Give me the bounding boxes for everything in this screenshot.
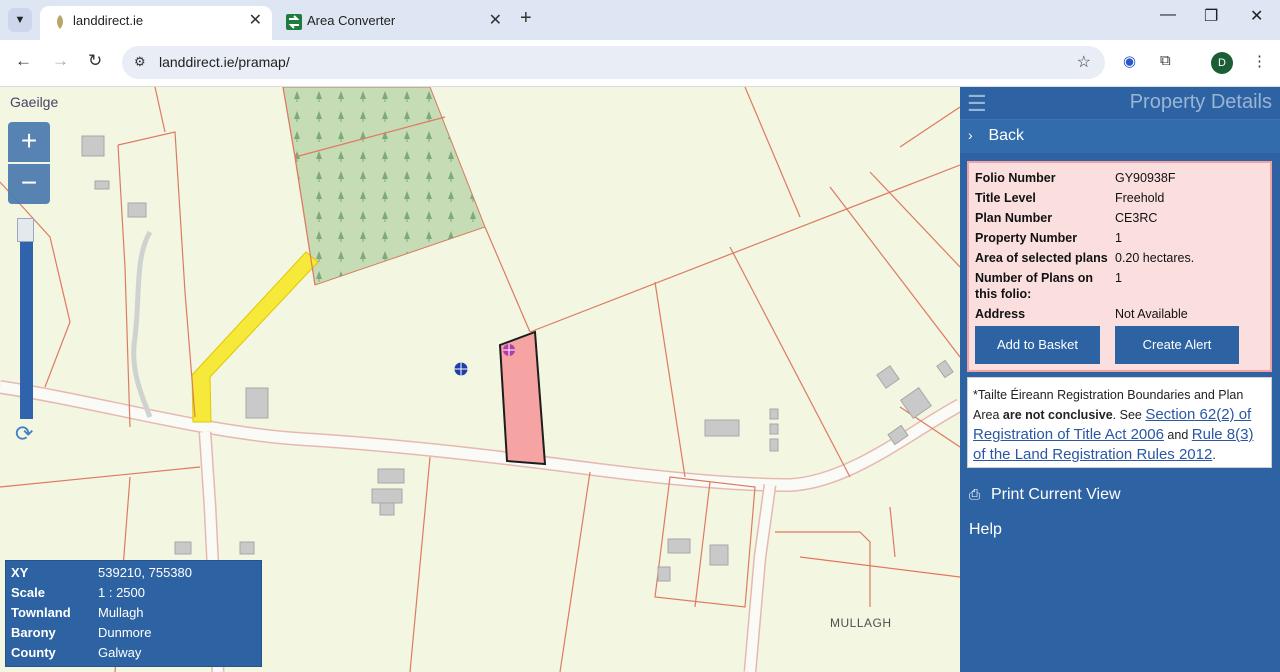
detail-label: Folio Number (975, 171, 1056, 185)
info-label: County (11, 645, 56, 660)
detail-value: GY90938F (1115, 171, 1176, 185)
property-details-panel: ☰ Property Details › Back Folio Number G… (960, 87, 1280, 672)
back-label: Back (988, 127, 1025, 144)
detail-label: Number of Plans on this folio: (975, 271, 1094, 301)
zoom-in-button[interactable]: + (8, 122, 50, 162)
location-marker-icon[interactable] (454, 362, 468, 376)
reload-icon[interactable]: ↻ (88, 51, 102, 71)
detail-label: Plan Number (975, 211, 1053, 225)
print-label: Print Current View (991, 486, 1121, 503)
panel-title: Property Details (1129, 91, 1272, 113)
info-label: Townland (11, 605, 71, 620)
add-to-basket-button[interactable]: Add to Basket (975, 326, 1100, 364)
forward-arrow-icon[interactable]: → (52, 51, 69, 71)
tab-landdirect[interactable]: landdirect.ie ✕ (40, 6, 272, 40)
townland-map-label: MULLAGH (830, 616, 892, 630)
area-converter-favicon-icon (286, 14, 302, 30)
info-label: XY (11, 565, 29, 580)
refresh-icon[interactable]: ⟳ (15, 421, 33, 447)
tab-strip: ▼ landdirect.ie ✕ Area Converter ✕ + — ❐… (0, 0, 1280, 40)
disclaimer-bold: are not conclusive (1002, 408, 1113, 422)
detail-label: Title Level (975, 191, 1036, 205)
detail-value: 1 (1115, 271, 1122, 285)
extension-vpn-icon[interactable]: ◉ (1123, 52, 1136, 70)
browser-menu-icon[interactable]: ⋮ (1252, 52, 1267, 70)
disclaimer-see: . See (1112, 408, 1146, 422)
address-bar[interactable]: ⚙ landdirect.ie/pramap/ ☆ (122, 46, 1105, 79)
folio-details: Folio Number GY90938F Title Level Freeho… (967, 161, 1272, 372)
language-link[interactable]: Gaeilge (10, 94, 58, 110)
back-arrow-icon[interactable]: ← (15, 51, 32, 71)
panel-header: ☰ Property Details (960, 87, 1280, 119)
tab-search-button[interactable]: ▼ (8, 8, 32, 32)
zoom-slider[interactable] (20, 222, 33, 419)
detail-label: Address (975, 307, 1026, 321)
back-button[interactable]: › Back (960, 119, 1280, 153)
printer-icon: ⎙ (969, 486, 981, 502)
detail-value: CE3RC (1115, 211, 1158, 225)
disclaimer-end: . (1212, 448, 1216, 462)
detail-label: Property Number (975, 231, 1078, 245)
info-value: Dunmore (98, 625, 152, 640)
disclaimer-and: and (1163, 428, 1192, 442)
zoom-slider-thumb[interactable] (17, 218, 34, 242)
detail-label: Area of selected plans (975, 251, 1108, 265)
detail-value: 1 (1115, 231, 1122, 245)
tab-area-converter[interactable]: Area Converter ✕ (274, 6, 512, 40)
info-label: Barony (11, 625, 56, 640)
info-label: Scale (11, 585, 45, 600)
info-row-xy: XY 539210, 755380 (11, 565, 256, 585)
tab-title: landdirect.ie (73, 13, 144, 28)
tab-close-icon[interactable]: ✕ (489, 6, 502, 36)
chevron-right-icon: › (968, 127, 973, 143)
zoom-out-button[interactable]: − (8, 164, 50, 204)
detail-value: Not Available (1115, 307, 1188, 321)
tab-close-icon[interactable]: ✕ (249, 6, 262, 36)
info-value: Galway (98, 645, 142, 660)
print-current-view-link[interactable]: ⎙ Print Current View (969, 486, 1121, 504)
map-info-box: XY 539210, 755380 Scale 1 : 2500 Townlan… (5, 560, 262, 667)
info-value: 1 : 2500 (98, 585, 145, 600)
bookmark-star-icon[interactable]: ☆ (1077, 52, 1091, 72)
browser-chrome: ▼ landdirect.ie ✕ Area Converter ✕ + — ❐… (0, 0, 1280, 87)
info-row-scale: Scale 1 : 2500 (11, 585, 256, 605)
detail-value: Freehold (1115, 191, 1165, 205)
info-value: Mullagh (98, 605, 144, 620)
url-text[interactable]: landdirect.ie/pramap/ (159, 54, 290, 70)
detail-value: 0.20 hectares. (1115, 251, 1195, 265)
info-row-barony: Barony Dunmore (11, 625, 256, 645)
browser-toolbar: ← → ↻ ⚙ landdirect.ie/pramap/ ☆ ◉ ⧉ D ⋮ (0, 40, 1280, 87)
window-close-icon[interactable]: ✕ (1250, 6, 1263, 26)
plot-marker-icon[interactable] (503, 344, 515, 356)
help-link[interactable]: Help (969, 521, 1002, 539)
site-info-icon[interactable]: ⚙ (134, 54, 146, 70)
info-row-county: County Galway (11, 645, 256, 665)
restore-icon[interactable]: ❐ (1204, 6, 1218, 26)
minimize-icon[interactable]: — (1160, 6, 1176, 24)
extensions-puzzle-icon[interactable]: ⧉ (1160, 52, 1171, 69)
new-tab-icon[interactable]: + (520, 7, 532, 30)
info-row-townland: Townland Mullagh (11, 605, 256, 625)
create-alert-button[interactable]: Create Alert (1115, 326, 1239, 364)
disclaimer-note: *Tailte Éireann Registration Boundaries … (967, 377, 1272, 468)
map-view[interactable]: Gaeilge + − ⟳ MULLAGH XY 539210, 755380 … (0, 87, 960, 672)
tab-title: Area Converter (307, 13, 396, 28)
landdirect-favicon-icon (57, 15, 63, 29)
profile-avatar[interactable]: D (1211, 52, 1233, 74)
info-value: 539210, 755380 (98, 565, 192, 580)
hamburger-menu-icon[interactable]: ☰ (967, 91, 987, 117)
